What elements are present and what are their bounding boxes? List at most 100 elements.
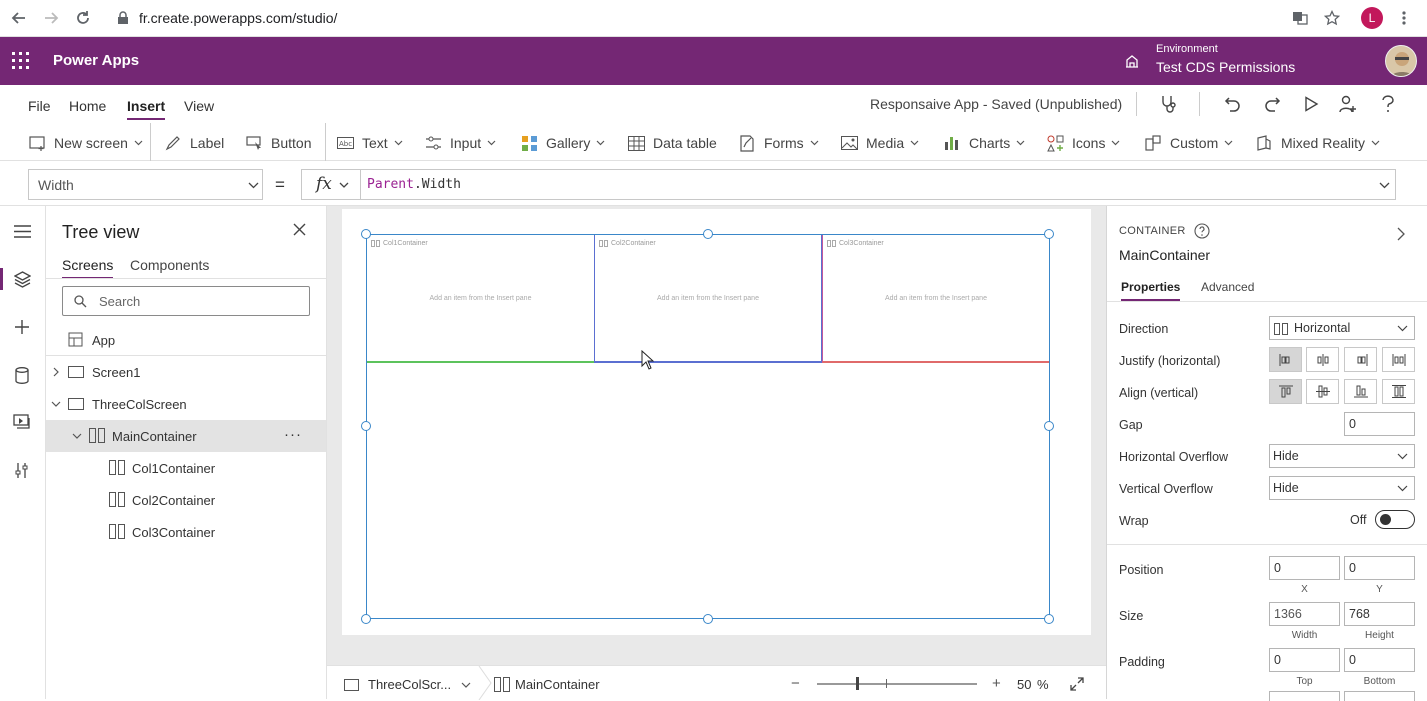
insert-plus-icon[interactable]	[11, 316, 33, 338]
fit-to-window-icon[interactable]	[1070, 677, 1084, 691]
align-bottom-button[interactable]	[1344, 379, 1377, 404]
tab-advanced[interactable]: Advanced	[1201, 280, 1254, 294]
tab-screens[interactable]: Screens	[62, 257, 114, 279]
function-button[interactable]: fx	[301, 169, 361, 200]
button-button[interactable]: Button	[245, 133, 311, 153]
resize-handle[interactable]	[361, 229, 371, 239]
resize-handle[interactable]	[361, 614, 371, 624]
tree-item-col2container[interactable]: Col2Container	[46, 484, 326, 516]
translate-icon[interactable]	[1290, 8, 1310, 28]
zoom-out-button[interactable]: −	[791, 675, 800, 692]
mixed-reality-button[interactable]: Mixed Reality	[1255, 133, 1380, 153]
resize-handle[interactable]	[1044, 614, 1054, 624]
input-button[interactable]: Input	[424, 133, 496, 153]
zoom-slider-thumb[interactable]	[856, 677, 859, 690]
padding-left-input[interactable]	[1269, 691, 1340, 701]
more-options-icon[interactable]: ···	[284, 426, 302, 443]
media-button[interactable]: Media	[840, 133, 919, 153]
undo-icon[interactable]	[1222, 93, 1244, 115]
data-table-button[interactable]: Data table	[627, 133, 717, 153]
preview-play-icon[interactable]	[1300, 93, 1322, 115]
data-cylinder-icon[interactable]	[11, 364, 33, 386]
property-dropdown[interactable]: Width	[28, 169, 263, 200]
hamburger-menu-icon[interactable]	[11, 220, 33, 242]
gallery-button[interactable]: Gallery	[520, 133, 605, 153]
tree-item-threecolscreen[interactable]: ThreeColScreen	[46, 388, 326, 420]
tab-properties[interactable]: Properties	[1121, 280, 1181, 301]
resize-handle[interactable]	[1044, 421, 1054, 431]
menu-view[interactable]: View	[184, 98, 214, 114]
icons-button[interactable]: Icons	[1046, 133, 1120, 153]
resize-handle[interactable]	[1044, 229, 1054, 239]
formula-input[interactable]: Parent.Width	[360, 169, 1396, 200]
charts-button[interactable]: Charts	[943, 133, 1025, 153]
width-input[interactable]: 1366	[1269, 602, 1340, 626]
browser-menu-icon[interactable]	[1394, 8, 1414, 28]
padding-bottom-input[interactable]: 0	[1344, 648, 1415, 672]
justify-space-between-button[interactable]	[1382, 347, 1415, 372]
align-middle-button[interactable]	[1306, 379, 1339, 404]
close-icon[interactable]	[293, 223, 306, 236]
justify-center-button[interactable]	[1306, 347, 1339, 372]
vertical-overflow-dropdown[interactable]: Hide	[1269, 476, 1415, 500]
resize-handle[interactable]	[703, 614, 713, 624]
share-user-icon[interactable]	[1337, 93, 1359, 115]
address-bar[interactable]: fr.create.powerapps.com/studio/	[139, 10, 337, 26]
label-button[interactable]: Label	[164, 133, 224, 153]
menu-insert[interactable]: Insert	[127, 98, 166, 120]
app-launcher-icon[interactable]	[12, 52, 29, 69]
screen-selector[interactable]: ThreeColScr...	[344, 677, 471, 692]
bookmark-star-icon[interactable]	[1322, 8, 1342, 28]
collapse-pane-icon[interactable]	[1397, 227, 1405, 241]
control-selector[interactable]: MainContainer	[494, 677, 600, 692]
justify-end-button[interactable]	[1344, 347, 1377, 372]
advanced-tools-icon[interactable]	[11, 459, 33, 481]
environment-name[interactable]: Test CDS Permissions	[1156, 59, 1295, 75]
app-checker-icon[interactable]	[1158, 93, 1180, 115]
zoom-value[interactable]: 50	[1017, 677, 1031, 692]
menu-file[interactable]: File	[28, 98, 51, 114]
chevron-down-icon[interactable]	[72, 433, 82, 439]
tree-item-screen1[interactable]: Screen1	[46, 356, 326, 388]
profile-avatar[interactable]: L	[1361, 7, 1383, 29]
tree-item-maincontainer[interactable]: MainContainer ···	[46, 420, 326, 452]
chevron-right-icon[interactable]	[53, 367, 59, 377]
custom-button[interactable]: Custom	[1144, 133, 1233, 153]
padding-top-input[interactable]: 0	[1269, 648, 1340, 672]
gap-input[interactable]: 0	[1344, 412, 1415, 436]
justify-start-button[interactable]	[1269, 347, 1302, 372]
horizontal-overflow-dropdown[interactable]: Hide	[1269, 444, 1415, 468]
forms-button[interactable]: Forms	[738, 133, 819, 153]
zoom-slider[interactable]	[817, 683, 977, 685]
menu-home[interactable]: Home	[69, 98, 106, 114]
zoom-in-button[interactable]: +	[992, 675, 1001, 692]
help-icon[interactable]	[1377, 93, 1399, 115]
forward-arrow-icon[interactable]	[41, 8, 61, 28]
tab-components[interactable]: Components	[130, 257, 209, 273]
expand-formula-icon[interactable]	[1379, 182, 1390, 189]
media-library-icon[interactable]	[11, 411, 33, 433]
main-container-selection[interactable]	[366, 234, 1050, 619]
search-input[interactable]: Search	[62, 286, 310, 316]
chevron-down-icon[interactable]	[51, 401, 61, 407]
position-y-input[interactable]: 0	[1344, 556, 1415, 580]
direction-dropdown[interactable]: Horizontal	[1269, 316, 1415, 340]
tree-item-app[interactable]: App	[46, 324, 326, 356]
wrap-toggle[interactable]	[1375, 510, 1415, 529]
reload-icon[interactable]	[73, 8, 93, 28]
position-x-input[interactable]: 0	[1269, 556, 1340, 580]
resize-handle[interactable]	[703, 229, 713, 239]
resize-handle[interactable]	[361, 421, 371, 431]
new-screen-button[interactable]: New screen	[28, 133, 143, 153]
height-input[interactable]: 768	[1344, 602, 1415, 626]
back-arrow-icon[interactable]	[9, 8, 29, 28]
align-stretch-button[interactable]	[1382, 379, 1415, 404]
tree-view-layers-icon[interactable]	[11, 268, 33, 290]
text-button[interactable]: Abc Text	[336, 133, 403, 153]
redo-icon[interactable]	[1261, 93, 1283, 115]
tree-item-col3container[interactable]: Col3Container	[46, 516, 326, 548]
info-help-icon[interactable]	[1194, 223, 1210, 239]
user-avatar[interactable]	[1385, 45, 1417, 77]
padding-right-input[interactable]	[1344, 691, 1415, 701]
tree-item-col1container[interactable]: Col1Container	[46, 452, 326, 484]
